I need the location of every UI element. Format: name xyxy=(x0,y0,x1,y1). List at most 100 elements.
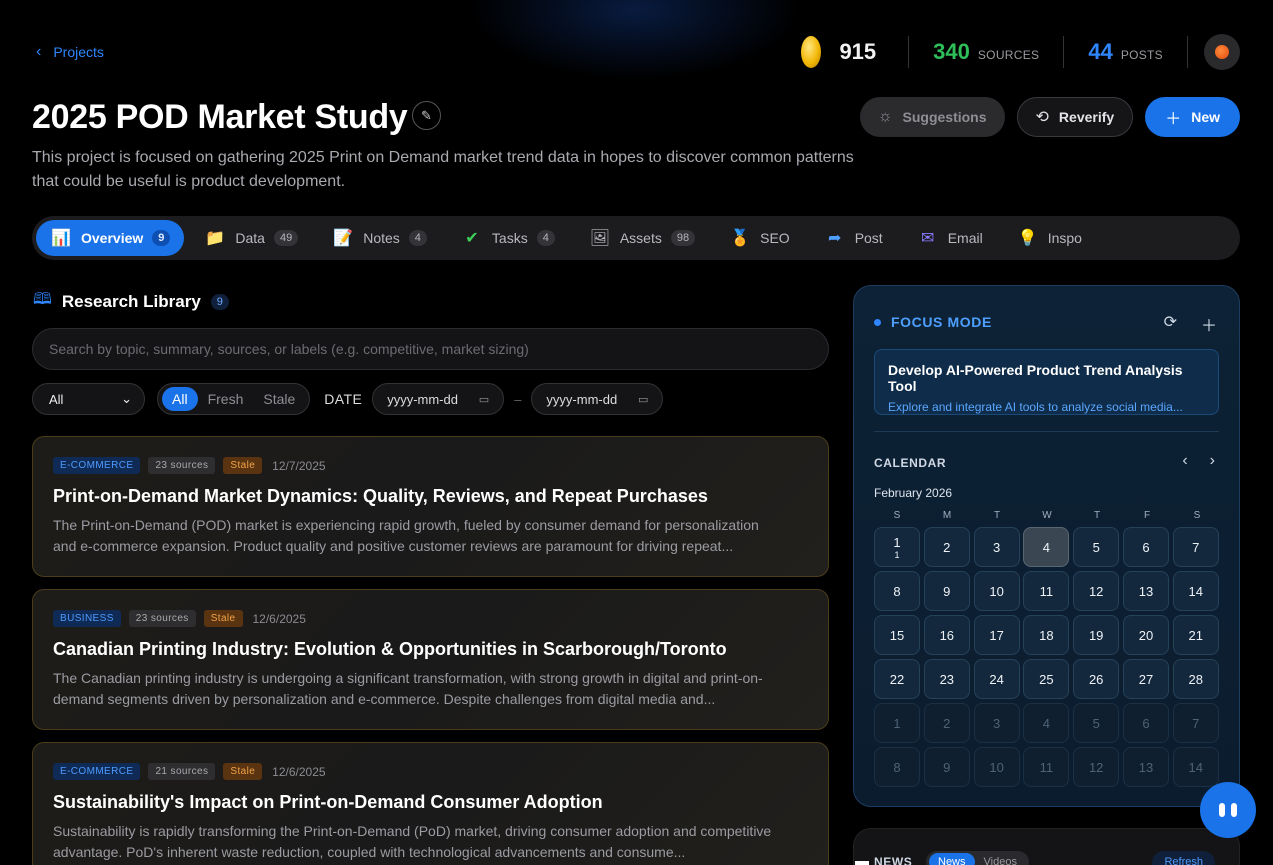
tab-email[interactable]: ✉ Email xyxy=(903,220,997,256)
calendar-day[interactable]: 3 xyxy=(973,527,1020,567)
status-dot xyxy=(874,318,881,326)
research-card[interactable]: E-COMMERCE 23 sources Stale 12/7/2025 Pr… xyxy=(32,436,829,577)
category-badge: E-COMMERCE xyxy=(53,763,141,780)
focus-task-subtitle: Explore and integrate AI tools to analyz… xyxy=(888,400,1183,414)
weekday-label: W xyxy=(1042,510,1052,521)
tab-notes[interactable]: 📝 Notes 4 xyxy=(318,220,441,256)
tab-assets[interactable]: 🖼 Assets 98 xyxy=(575,220,709,256)
calendar-day[interactable]: 21 xyxy=(1172,615,1219,655)
calendar-day[interactable]: 5 xyxy=(1073,703,1120,743)
calendar-day[interactable]: 18 xyxy=(1023,615,1070,655)
chat-assistant-button[interactable] xyxy=(1200,782,1256,838)
calendar-day[interactable]: 2 xyxy=(923,703,970,743)
calendar-day[interactable]: 3 xyxy=(973,703,1020,743)
calendar-day[interactable]: 20 xyxy=(1122,615,1169,655)
card-title: Print-on-Demand Market Dynamics: Quality… xyxy=(53,486,708,506)
calendar-day[interactable]: 1 xyxy=(874,703,920,743)
event-count: 1 xyxy=(894,549,900,560)
weekday-label: F xyxy=(1143,510,1151,521)
back-to-projects-link[interactable]: ‹ Projects xyxy=(36,43,104,61)
calendar-day[interactable]: 7 xyxy=(1172,703,1219,743)
weekday-label: S xyxy=(1193,510,1201,521)
tab-overview[interactable]: 📊 Overview 9 xyxy=(36,220,185,256)
calendar-icon: ▭ xyxy=(478,393,490,406)
chevron-left-icon: ‹ xyxy=(36,43,42,60)
plus-icon: ＋ xyxy=(1165,111,1182,128)
chevron-left-icon[interactable]: ‹ xyxy=(1182,452,1187,470)
research-card[interactable]: BUSINESS 23 sources Stale 12/6/2025 Cana… xyxy=(32,589,829,730)
weekday-header: SMTWTFS xyxy=(874,510,1219,521)
calendar-day[interactable]: 9 xyxy=(923,747,970,787)
calendar-day[interactable]: 24 xyxy=(973,659,1020,699)
plus-icon[interactable]: ＋ xyxy=(1201,312,1217,336)
research-card[interactable]: E-COMMERCE 21 sources Stale 12/6/2025 Su… xyxy=(32,742,829,865)
videos-tab[interactable]: Videos xyxy=(975,853,1026,865)
status-badge: Stale xyxy=(223,457,263,474)
focus-panel: FOCUS MODE ⟳ ＋ Develop AI-Powered Produc… xyxy=(853,285,1240,807)
search-input[interactable] xyxy=(32,328,829,370)
calendar-day[interactable]: 13 xyxy=(1122,747,1169,787)
tab-data[interactable]: 📁 Data 49 xyxy=(190,220,312,256)
refresh-icon[interactable]: ⟳ xyxy=(1164,312,1177,336)
medal-icon: 🏅 xyxy=(730,230,751,247)
calendar-day[interactable]: 2 xyxy=(923,527,970,567)
calendar-day[interactable]: 6 xyxy=(1122,703,1169,743)
calendar-day-today[interactable]: 4 xyxy=(1023,527,1070,567)
coin-icon xyxy=(801,36,822,68)
calendar-day[interactable]: 27 xyxy=(1122,659,1169,699)
calendar-day[interactable]: 11 xyxy=(1023,747,1070,787)
calendar-day[interactable]: 6 xyxy=(1122,527,1169,567)
weekday-label: T xyxy=(1093,510,1101,521)
calendar-day[interactable]: 14 xyxy=(1172,747,1219,787)
category-select[interactable]: All ⌄ xyxy=(32,383,145,415)
calendar-day[interactable]: 9 xyxy=(923,571,970,611)
edit-title-button[interactable]: ✎ xyxy=(412,101,441,130)
new-button[interactable]: ＋ New xyxy=(1145,97,1240,137)
calendar-day[interactable]: 10 xyxy=(973,571,1020,611)
calendar-day[interactable]: 13 xyxy=(1122,571,1169,611)
card-date: 12/6/2025 xyxy=(272,764,326,779)
calendar-day[interactable]: 8 xyxy=(874,747,920,787)
tab-inspo[interactable]: 💡 Inspo xyxy=(1003,220,1096,256)
scrollbar-thumb[interactable] xyxy=(855,861,869,865)
freshness-all[interactable]: All xyxy=(162,387,198,411)
calendar-day[interactable]: 7 xyxy=(1172,527,1219,567)
calendar-day[interactable]: 8 xyxy=(874,571,920,611)
calendar-day[interactable]: 5 xyxy=(1073,527,1120,567)
tab-count: 4 xyxy=(536,230,555,246)
calendar-day[interactable]: 19 xyxy=(1073,615,1120,655)
calendar-day[interactable]: 17 xyxy=(973,615,1020,655)
calendar-day[interactable]: 11 xyxy=(1023,571,1070,611)
calendar-day[interactable]: 23 xyxy=(923,659,970,699)
focus-task-card[interactable]: Develop AI-Powered Product Trend Analysi… xyxy=(874,349,1219,415)
tab-seo[interactable]: 🏅 SEO xyxy=(715,220,804,256)
date-to-input[interactable]: yyyy-mm-dd ▭ xyxy=(531,383,664,415)
calendar-day[interactable]: 15 xyxy=(874,615,920,655)
reverify-button[interactable]: ⟲ Reverify xyxy=(1016,97,1134,137)
calendar-day[interactable]: 16 xyxy=(923,615,970,655)
calendar-day[interactable]: 26 xyxy=(1073,659,1120,699)
user-avatar[interactable] xyxy=(1204,34,1240,70)
calendar-day[interactable]: 12 xyxy=(1073,571,1120,611)
freshness-fresh[interactable]: Fresh xyxy=(198,387,254,411)
chevron-right-icon[interactable]: › xyxy=(1210,452,1215,470)
calendar-day[interactable]: 12 xyxy=(1073,747,1120,787)
calendar-day[interactable]: 25 xyxy=(1023,659,1070,699)
tab-post[interactable]: ➦ Post xyxy=(810,220,897,256)
calendar-day[interactable]: 14 xyxy=(1172,571,1219,611)
coin-balance: 915 xyxy=(839,39,877,64)
calendar-icon: ▭ xyxy=(638,393,649,406)
calendar-day[interactable]: 11 xyxy=(874,527,920,567)
date-from-input[interactable]: yyyy-mm-dd ▭ xyxy=(372,383,505,415)
tab-tasks[interactable]: ✔ Tasks 4 xyxy=(447,220,569,256)
calendar-day[interactable]: 28 xyxy=(1172,659,1219,699)
calendar-day[interactable]: 22 xyxy=(874,659,920,699)
category-badge: E-COMMERCE xyxy=(53,457,141,474)
calendar-day[interactable]: 10 xyxy=(973,747,1020,787)
freshness-stale[interactable]: Stale xyxy=(253,387,305,411)
suggestions-button[interactable]: ☼ Suggestions xyxy=(859,97,1005,137)
calendar-day[interactable]: 4 xyxy=(1023,703,1070,743)
refresh-button[interactable]: Refresh xyxy=(1152,851,1215,865)
envelope-icon: ✉ xyxy=(921,230,935,247)
news-tab[interactable]: News xyxy=(929,853,975,865)
